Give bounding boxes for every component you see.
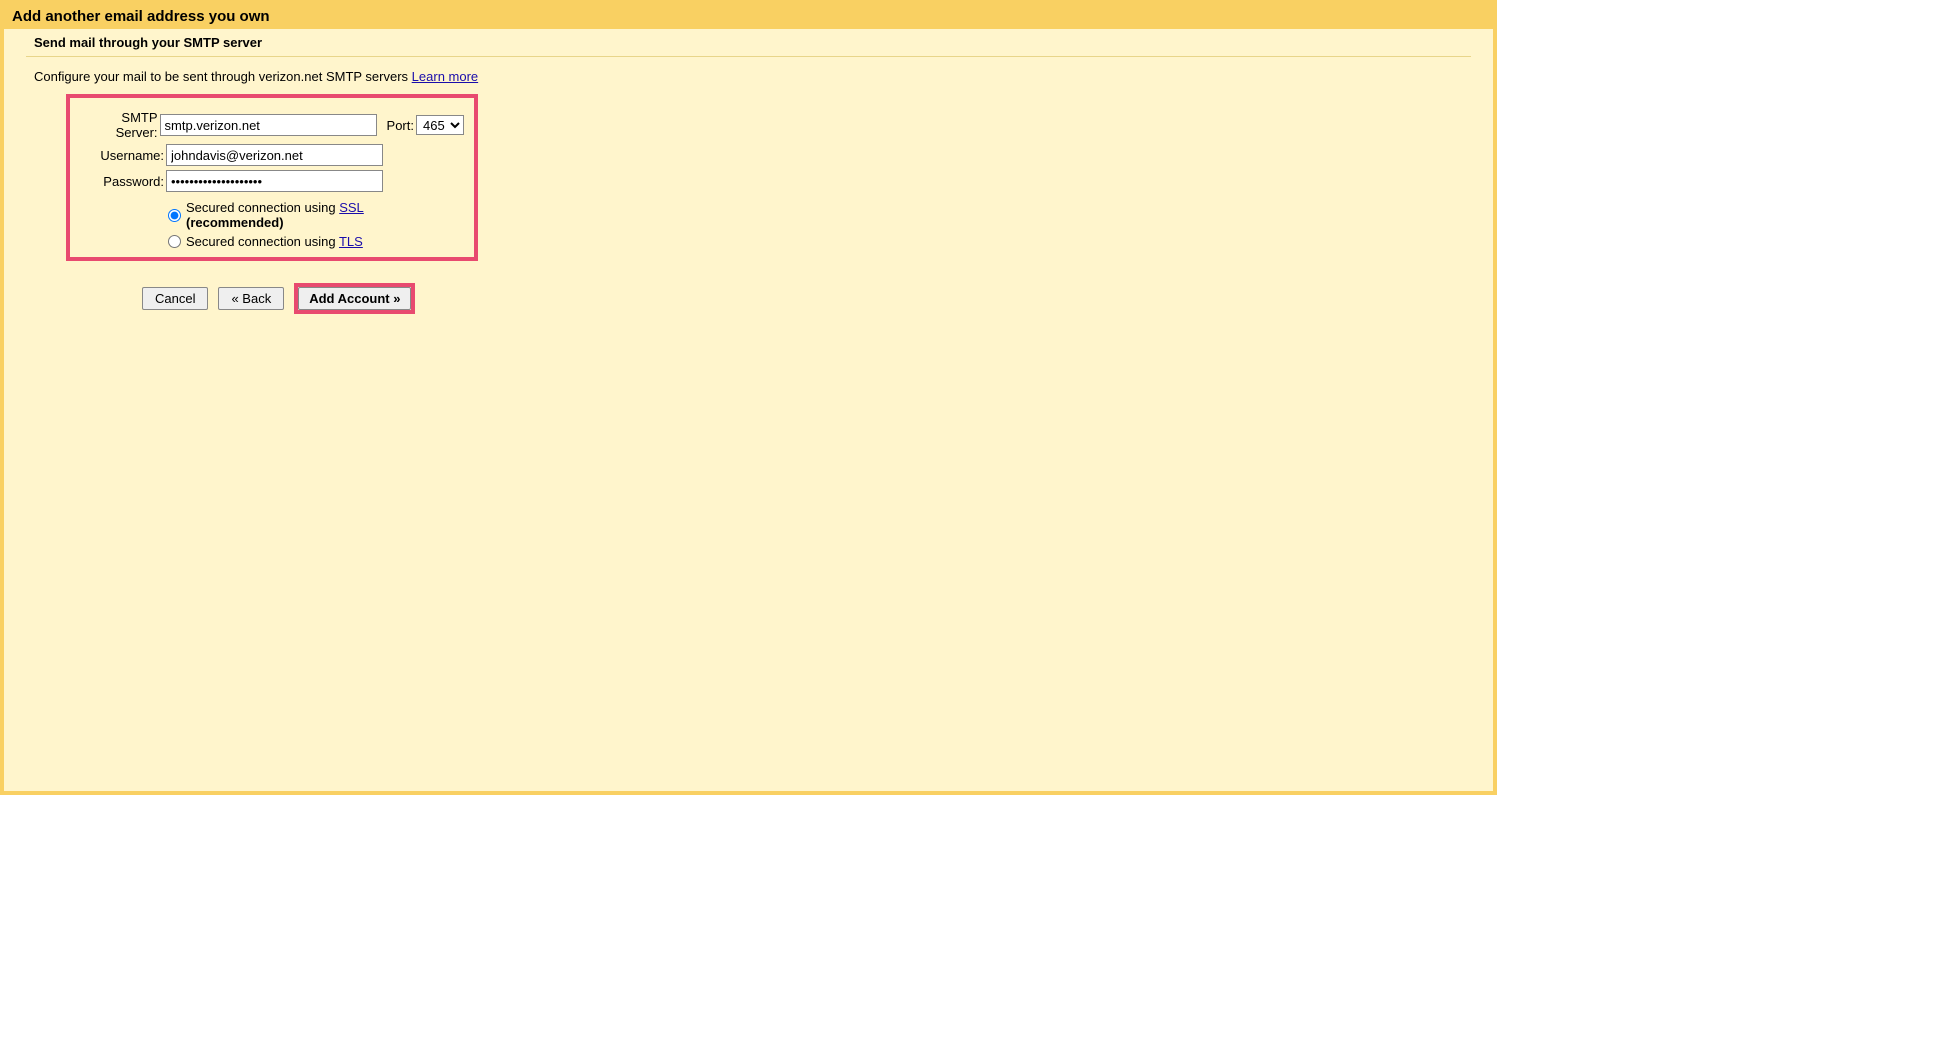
smtp-form-highlight: SMTP Server: Port: 465 Username: Passwor… xyxy=(66,94,478,261)
add-account-button[interactable]: Add Account » xyxy=(298,287,411,310)
tls-prefix: Secured connection using xyxy=(186,234,339,249)
username-input[interactable] xyxy=(166,144,383,166)
port-select[interactable]: 465 xyxy=(416,115,464,135)
smtp-server-label: SMTP Server: xyxy=(80,110,160,140)
smtp-server-row: SMTP Server: Port: 465 xyxy=(80,110,464,140)
ssl-radio[interactable] xyxy=(168,209,181,222)
cancel-button[interactable]: Cancel xyxy=(142,287,208,310)
back-button[interactable]: « Back xyxy=(218,287,284,310)
button-row: Cancel « Back Add Account » xyxy=(142,283,1493,314)
ssl-recommended: (recommended) xyxy=(186,215,284,230)
password-input[interactable] xyxy=(166,170,383,192)
tls-text: Secured connection using TLS xyxy=(186,234,363,249)
password-label: Password: xyxy=(80,174,166,189)
tls-radio-row: Secured connection using TLS xyxy=(168,234,464,249)
ssl-text: Secured connection using SSL (recommende… xyxy=(186,200,464,230)
ssl-prefix: Secured connection using xyxy=(186,200,339,215)
add-account-highlight: Add Account » xyxy=(294,283,415,314)
ssl-link[interactable]: SSL xyxy=(339,200,364,215)
port-label: Port: xyxy=(387,118,414,133)
config-instruction: Configure your mail to be sent through v… xyxy=(4,57,1493,94)
password-row: Password: xyxy=(80,170,464,192)
add-email-window: Add another email address you own Send m… xyxy=(0,0,1497,795)
smtp-subtitle: Send mail through your SMTP server xyxy=(4,29,1493,56)
config-prefix-text: Configure your mail to be sent through v… xyxy=(34,69,412,84)
ssl-radio-row: Secured connection using SSL (recommende… xyxy=(168,200,464,230)
username-row: Username: xyxy=(80,144,464,166)
learn-more-link[interactable]: Learn more xyxy=(412,69,478,84)
tls-link[interactable]: TLS xyxy=(339,234,363,249)
smtp-server-input[interactable] xyxy=(160,114,377,136)
username-label: Username: xyxy=(80,148,166,163)
tls-radio[interactable] xyxy=(168,235,181,248)
window-title: Add another email address you own xyxy=(4,4,1493,29)
